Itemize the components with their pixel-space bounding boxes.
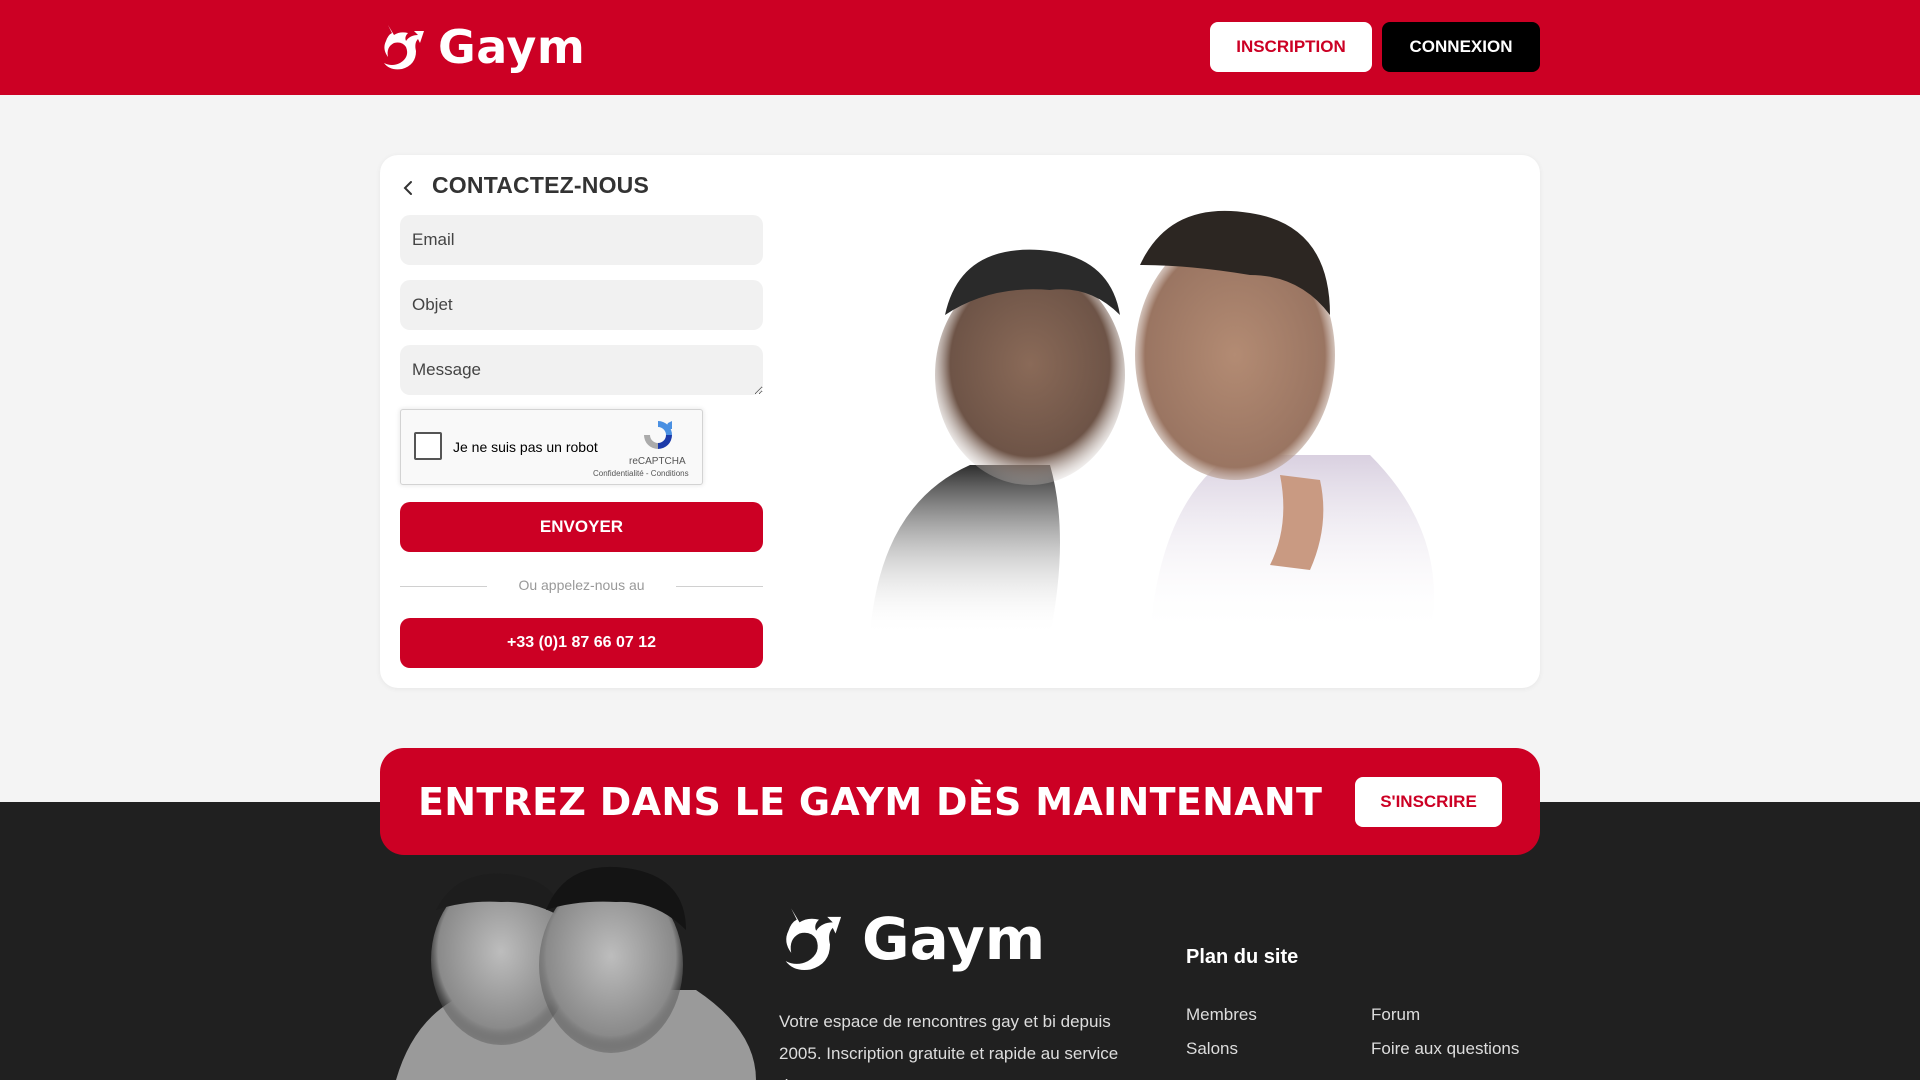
devil-logo-icon: [785, 908, 842, 971]
brand-name: Gaym: [438, 20, 586, 74]
subject-field[interactable]: [400, 280, 763, 330]
footer-couple-photo: [396, 866, 756, 1080]
register-button[interactable]: INSCRIPTION: [1210, 22, 1372, 72]
phone-button[interactable]: +33 (0)1 87 66 07 12: [400, 618, 763, 668]
sitemap-link-forum[interactable]: Forum: [1371, 1005, 1420, 1025]
signup-button[interactable]: S'INSCRIRE: [1355, 777, 1502, 827]
recaptcha-links[interactable]: Confidentialité - Conditions: [593, 469, 689, 478]
login-button[interactable]: CONNEXION: [1382, 22, 1540, 72]
sitemap-link-faq[interactable]: Foire aux questions: [1371, 1039, 1519, 1059]
recaptcha-label: Je ne suis pas un robot: [453, 439, 598, 455]
page-title: CONTACTEZ-NOUS: [432, 172, 650, 198]
hero-couple-photo: [870, 210, 1434, 635]
send-button[interactable]: ENVOYER: [400, 502, 763, 552]
message-field[interactable]: [400, 345, 763, 395]
recaptcha-widget: Je ne suis pas un robot reCAPTCHA Confid…: [400, 409, 703, 485]
sitemap-title: Plan du site: [1186, 946, 1299, 968]
top-header: Gaym INSCRIPTION CONNEXION: [0, 0, 1920, 95]
sitemap-link-members[interactable]: Membres: [1186, 1005, 1257, 1025]
cta-heading: ENTREZ DANS LE GAYM DÈS MAINTENANT: [418, 780, 1323, 824]
email-field[interactable]: [400, 215, 763, 265]
footer-logo[interactable]: Gaym: [780, 903, 1045, 975]
sitemap-link-rooms[interactable]: Salons: [1186, 1039, 1238, 1059]
call-us-text: Ou appelez-nous au: [518, 577, 645, 593]
footer-brand-name: Gaym: [862, 905, 1046, 973]
back-arrow-icon[interactable]: [398, 176, 418, 200]
recaptcha-checkbox[interactable]: [414, 432, 442, 460]
divider-line-left: [400, 586, 487, 587]
recaptcha-icon: [644, 421, 672, 449]
site-logo[interactable]: Gaym: [380, 20, 585, 74]
footer-description: Votre espace de rencontres gay et bi dep…: [779, 1012, 1119, 1080]
devil-logo-icon: [384, 25, 424, 70]
divider-line-right: [676, 586, 763, 587]
recaptcha-brand: reCAPTCHA: [629, 456, 686, 467]
